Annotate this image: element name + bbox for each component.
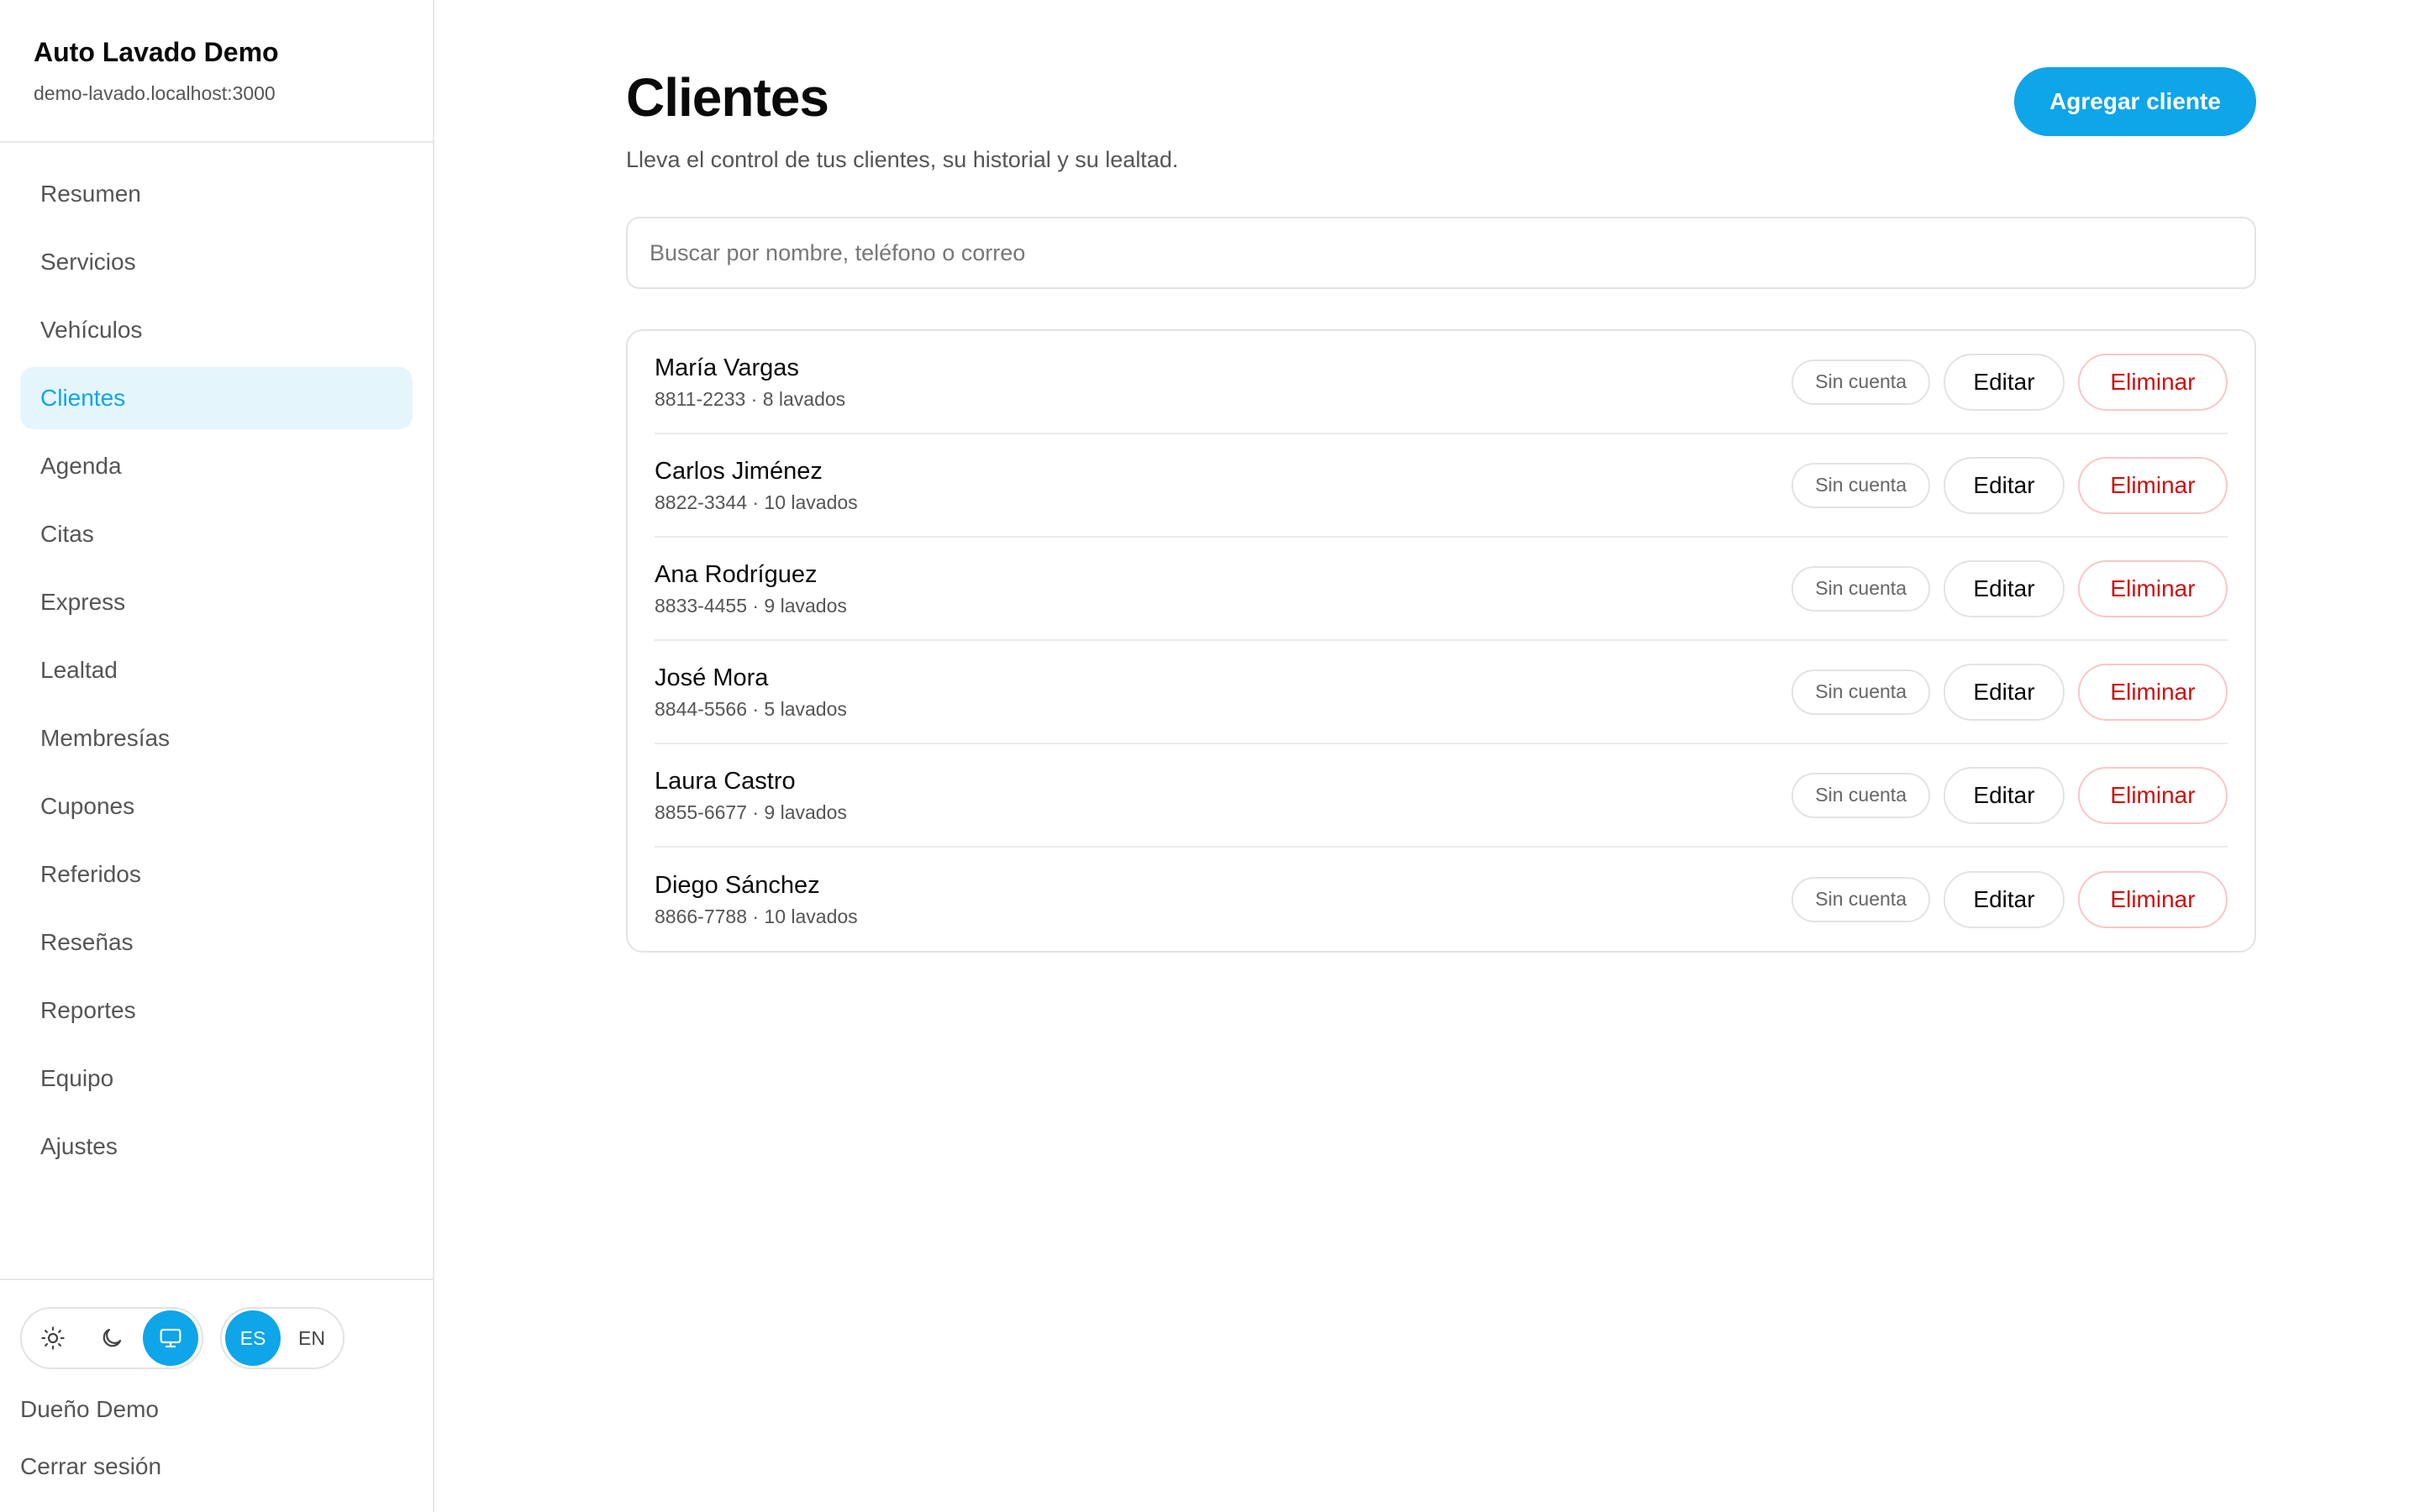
delete-button[interactable]: Eliminar xyxy=(2078,353,2228,411)
sidebar-item-lealtad[interactable]: Lealtad xyxy=(20,639,413,701)
sidebar-item-resumen[interactable]: Resumen xyxy=(20,163,413,225)
delete-button[interactable]: Eliminar xyxy=(2078,766,2228,824)
client-name: Laura Castro xyxy=(655,767,796,795)
row-actions: Sin cuenta Editar Eliminar xyxy=(1791,663,2228,721)
language-es-button[interactable]: ES xyxy=(225,1310,281,1366)
client-meta: 8855-6677 · 9 lavados xyxy=(655,801,847,823)
sidebar-item-servicios[interactable]: Servicios xyxy=(20,231,413,293)
row-actions: Sin cuenta Editar Eliminar xyxy=(1791,870,2228,928)
language-switcher: ES EN xyxy=(220,1307,345,1369)
sidebar-item-referidos[interactable]: Referidos xyxy=(20,843,413,906)
row-actions: Sin cuenta Editar Eliminar xyxy=(1791,353,2228,411)
client-meta: 8866-7788 · 10 lavados xyxy=(655,905,858,927)
account-status-badge: Sin cuenta xyxy=(1791,565,1930,612)
client-row: María Vargas 8811-2233 · 8 lavados Sin c… xyxy=(655,331,2228,434)
client-row: Diego Sánchez 8866-7788 · 10 lavados Sin… xyxy=(655,848,2228,951)
client-info: María Vargas 8811-2233 · 8 lavados xyxy=(655,353,845,412)
moon-icon[interactable] xyxy=(84,1310,139,1366)
delete-button[interactable]: Eliminar xyxy=(2078,663,2228,721)
search-input[interactable] xyxy=(626,217,2256,289)
sidebar-item-citas[interactable]: Citas xyxy=(20,503,413,565)
row-actions: Sin cuenta Editar Eliminar xyxy=(1791,559,2228,617)
client-name: Ana Rodríguez xyxy=(655,560,818,588)
sidebar-item-ajustes[interactable]: Ajustes xyxy=(20,1116,413,1178)
client-name: Diego Sánchez xyxy=(655,871,820,899)
client-info: José Mora 8844-5566 · 5 lavados xyxy=(655,663,847,722)
account-status-badge: Sin cuenta xyxy=(1791,359,1930,405)
client-meta: 8844-5566 · 5 lavados xyxy=(655,697,847,720)
edit-button[interactable]: Editar xyxy=(1944,559,2065,617)
row-actions: Sin cuenta Editar Eliminar xyxy=(1791,766,2228,824)
sidebar-item-agenda[interactable]: Agenda xyxy=(20,435,413,497)
client-row: Laura Castro 8855-6677 · 9 lavados Sin c… xyxy=(655,744,2228,848)
client-name: Carlos Jiménez xyxy=(655,457,823,485)
language-en-button[interactable]: EN xyxy=(284,1310,339,1366)
client-meta: 8833-4455 · 9 lavados xyxy=(655,594,847,617)
account-status-badge: Sin cuenta xyxy=(1791,462,1930,508)
brand-title: Auto Lavado Demo xyxy=(34,37,279,67)
client-meta: 8811-2233 · 8 lavados xyxy=(655,387,846,410)
edit-button[interactable]: Editar xyxy=(1944,663,2065,721)
client-info: Ana Rodríguez 8833-4455 · 9 lavados xyxy=(655,559,847,618)
delete-button[interactable]: Eliminar xyxy=(2078,870,2228,928)
client-row: José Mora 8844-5566 · 5 lavados Sin cuen… xyxy=(655,641,2228,744)
sidebar-item-cupones[interactable]: Cupones xyxy=(20,775,413,837)
brand-header: Auto Lavado Demo demo-lavado.localhost:3… xyxy=(0,0,433,143)
sidebar-footer: ES EN Dueño Demo Cerrar sesión xyxy=(0,1278,433,1483)
user-name: Dueño Demo xyxy=(20,1396,159,1422)
edit-button[interactable]: Editar xyxy=(1944,870,2065,928)
account-status-badge: Sin cuenta xyxy=(1791,876,1930,922)
client-info: Laura Castro 8855-6677 · 9 lavados xyxy=(655,766,847,825)
account-status-badge: Sin cuenta xyxy=(1791,772,1930,818)
delete-button[interactable]: Eliminar xyxy=(2078,559,2228,617)
account-status-badge: Sin cuenta xyxy=(1791,669,1930,715)
add-client-button[interactable]: Agregar cliente xyxy=(2014,67,2256,136)
sidebar-item-clientes[interactable]: Clientes xyxy=(20,367,413,429)
sidebar-item-reportes[interactable]: Reportes xyxy=(20,979,413,1042)
client-name: José Mora xyxy=(655,664,769,691)
sun-icon[interactable] xyxy=(25,1310,81,1366)
sidebar-item-express[interactable]: Express xyxy=(20,571,413,633)
logout-link[interactable]: Cerrar sesión xyxy=(20,1450,433,1483)
sidebar-nav: Resumen Servicios Vehículos Clientes Age… xyxy=(0,143,433,1178)
page-title: Clientes xyxy=(626,67,829,128)
edit-button[interactable]: Editar xyxy=(1944,353,2065,411)
client-name: María Vargas xyxy=(655,354,799,381)
sidebar-item-equipo[interactable]: Equipo xyxy=(20,1047,413,1110)
brand-host: demo-lavado.localhost:3000 xyxy=(34,82,276,104)
preferences-row: ES EN xyxy=(20,1307,433,1369)
row-actions: Sin cuenta Editar Eliminar xyxy=(1791,456,2228,514)
edit-button[interactable]: Editar xyxy=(1944,766,2065,824)
delete-button[interactable]: Eliminar xyxy=(2078,456,2228,514)
page-subtitle: Lleva el control de tus clientes, su his… xyxy=(626,147,1179,172)
sidebar-item-vehiculos[interactable]: Vehículos xyxy=(20,299,413,361)
client-list: María Vargas 8811-2233 · 8 lavados Sin c… xyxy=(626,329,2256,953)
client-info: Diego Sánchez 8866-7788 · 10 lavados xyxy=(655,870,858,929)
edit-button[interactable]: Editar xyxy=(1944,456,2065,514)
theme-switcher xyxy=(20,1307,203,1369)
client-row: Ana Rodríguez 8833-4455 · 9 lavados Sin … xyxy=(655,538,2228,641)
sidebar-item-resenas[interactable]: Reseñas xyxy=(20,911,413,974)
sidebar-item-membresias[interactable]: Membresías xyxy=(20,707,413,769)
sidebar: Auto Lavado Demo demo-lavado.localhost:3… xyxy=(0,0,434,1512)
client-meta: 8822-3344 · 10 lavados xyxy=(655,491,858,513)
client-row: Carlos Jiménez 8822-3344 · 10 lavados Si… xyxy=(655,434,2228,538)
monitor-icon[interactable] xyxy=(143,1310,198,1366)
client-info: Carlos Jiménez 8822-3344 · 10 lavados xyxy=(655,456,858,515)
